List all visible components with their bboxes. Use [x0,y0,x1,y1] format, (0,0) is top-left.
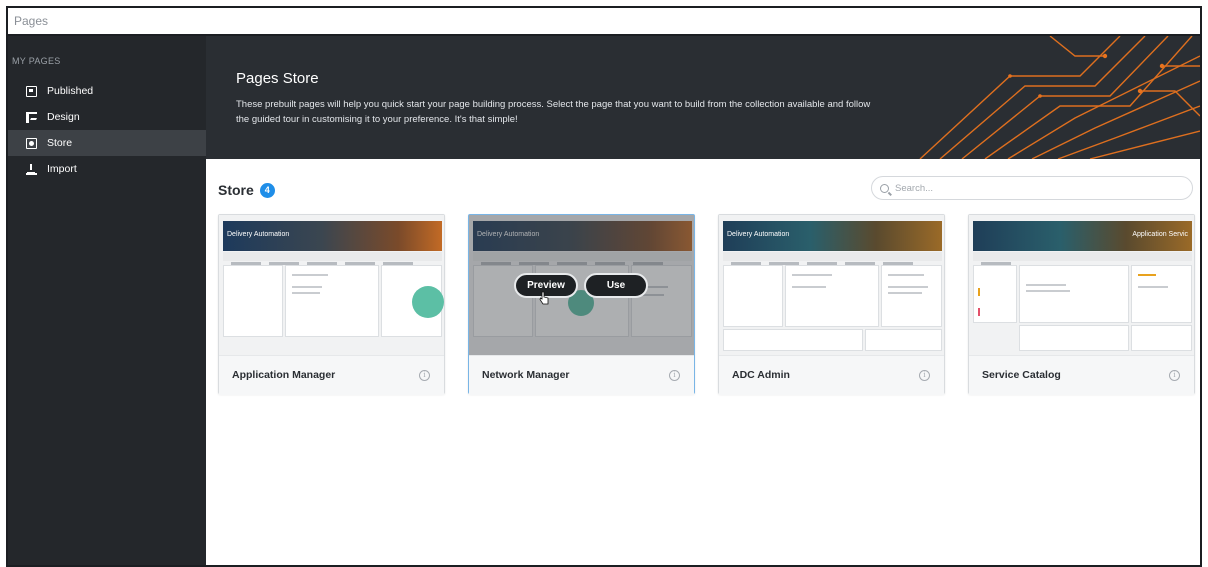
info-icon[interactable]: i [419,370,430,381]
search-icon [880,183,889,193]
import-icon [26,163,37,175]
thumbnail-nav [973,252,1192,265]
thumbnail-title: Delivery Automation [227,231,290,238]
sidebar-item-label: Import [47,163,77,175]
thumbnail-panel [223,265,283,337]
search-box [871,176,1193,200]
store-count-badge: 4 [259,182,275,198]
banner-description: These prebuilt pages will help you quick… [236,99,871,125]
card-thumbnail: Application Servic [969,215,1194,355]
hand-cursor-icon [539,291,549,305]
page-card-adc-admin[interactable]: Delivery Automation ADC Admin i [718,214,945,395]
main-content: Pages Store These prebuilt pages will he… [206,36,1200,565]
card-name: Service Catalog [982,369,1061,381]
hover-overlay [469,215,694,355]
thumbnail-panel [381,265,444,337]
store-banner: Pages Store These prebuilt pages will he… [206,36,1200,159]
sidebar-item-label: Design [47,111,80,123]
thumbnail-panel [1019,325,1129,351]
sidebar-item-import[interactable]: Import [8,156,206,182]
search-input[interactable] [895,182,1185,194]
published-icon [26,85,37,97]
sidebar-item-design[interactable]: Design [8,104,206,130]
store-icon [26,137,37,149]
thumbnail-panel [1131,265,1192,323]
sidebar-item-published[interactable]: Published [8,78,206,104]
card-footer: ADC Admin i [719,355,944,395]
page-card-service-catalog[interactable]: Application Servic Service Catalog i [968,214,1195,395]
use-button[interactable]: Use [584,273,648,298]
thumbnail-panel [1019,265,1129,323]
thumbnail-title: Delivery Automation [727,231,790,238]
card-thumbnail: Delivery Automation Preview Use [469,215,694,355]
thumbnail-nav [723,252,942,265]
pages-window: Pages MY PAGES Published Design Store Im… [6,6,1202,567]
thumbnail-panel [1131,325,1192,351]
card-thumbnail: Delivery Automation [719,215,944,355]
store-heading: Store 4 [218,182,275,198]
thumbnail-header: Delivery Automation [723,221,942,251]
thumbnail-header: Delivery Automation [223,221,442,251]
page-card-network-manager[interactable]: Delivery Automation Preview Use Network … [468,214,695,395]
thumbnail-panel [785,265,879,327]
card-name: Network Manager [482,369,570,381]
sidebar-item-store[interactable]: Store [8,130,206,156]
store-title: Store [218,182,254,198]
banner-title: Pages Store [236,70,319,87]
thumbnail-title: Application Servic [1132,231,1188,238]
thumbnail-panel [973,265,1017,323]
thumbnail-panel [723,265,783,327]
info-icon[interactable]: i [1169,370,1180,381]
card-thumbnail: Delivery Automation [219,215,444,355]
card-footer: Network Manager i [469,355,694,395]
sidebar: MY PAGES Published Design Store Import [8,36,206,565]
sidebar-item-label: Published [47,85,94,97]
info-icon[interactable]: i [669,370,680,381]
window-title: Pages [8,8,1200,36]
thumbnail-header: Application Servic [973,221,1192,251]
sidebar-section-label: MY PAGES [12,56,61,66]
circuit-lines-decoration [919,36,1200,159]
thumbnail-panel [865,329,942,351]
card-footer: Application Manager i [219,355,444,395]
thumbnail-panel [723,329,863,351]
thumbnail-nav [223,252,442,265]
sidebar-item-label: Store [47,137,73,149]
page-card-application-manager[interactable]: Delivery Automation Application Manager … [218,214,445,395]
card-name: ADC Admin [732,369,790,381]
card-footer: Service Catalog i [969,355,1194,395]
thumbnail-panel [285,265,379,337]
card-name: Application Manager [232,369,336,381]
thumbnail-panel [881,265,942,327]
info-icon[interactable]: i [919,370,930,381]
design-icon [26,111,37,123]
